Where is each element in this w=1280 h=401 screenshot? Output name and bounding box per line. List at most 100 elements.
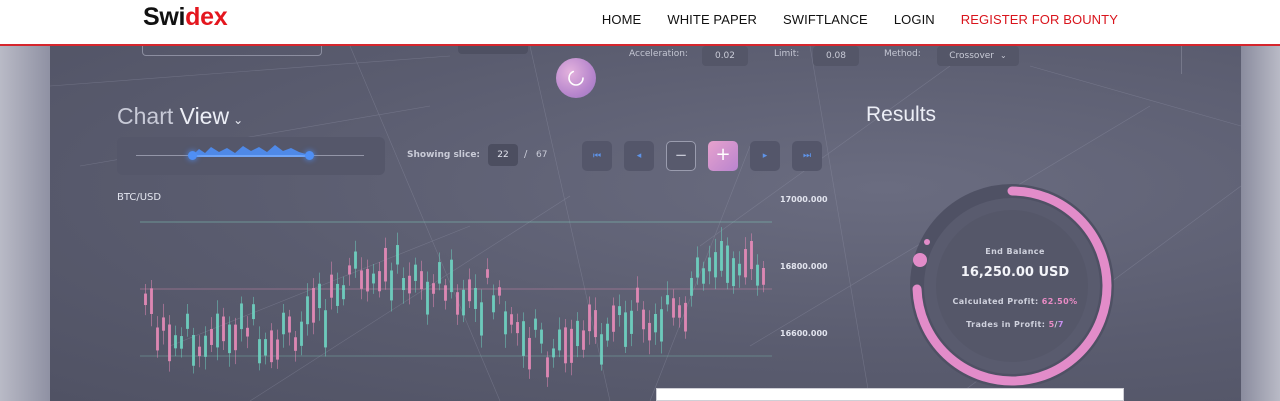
slider-handle-left[interactable]: [188, 151, 197, 160]
candles: [144, 227, 765, 387]
zoom-out-button[interactable]: −: [666, 141, 696, 171]
candle-body: [672, 298, 675, 318]
nav-login[interactable]: LOGIN: [894, 12, 935, 27]
y-tick-16600: 16600.000: [780, 329, 828, 338]
candle-body: [144, 293, 147, 306]
candlestick-chart[interactable]: [140, 211, 780, 401]
method-label: Method:: [884, 49, 921, 59]
candle-body: [432, 283, 435, 294]
candle-body: [720, 241, 723, 271]
candle-body: [402, 278, 405, 291]
candle-body: [630, 310, 633, 334]
overlay-card: [656, 388, 1124, 401]
profit-value: 62.50%: [1041, 297, 1078, 306]
candle-body: [690, 277, 693, 296]
candle-body: [426, 281, 429, 315]
main-nav: HOME WHITE PAPER SWIFTLANCE LOGIN REGIST…: [602, 12, 1118, 27]
top-navbar: Swidex HOME WHITE PAPER SWIFTLANCE LOGIN…: [0, 0, 1280, 46]
candle-body: [756, 264, 759, 286]
chevron-down-icon: ⌄: [233, 113, 244, 127]
candle-body: [384, 247, 387, 282]
limit-label: Limit:: [774, 49, 800, 59]
apply-button[interactable]: [458, 46, 528, 54]
nav-home[interactable]: HOME: [602, 12, 641, 27]
candle-body: [336, 283, 339, 306]
candle-body: [678, 305, 681, 318]
candle-body: [762, 268, 765, 285]
candle-body: [708, 257, 711, 272]
strategy-input[interactable]: [142, 46, 322, 56]
slice-current-input[interactable]: 22: [488, 144, 518, 166]
candle-body: [600, 334, 603, 365]
prev-slice-button[interactable]: ◂: [624, 141, 654, 171]
profit-label: Calculated Profit:: [952, 297, 1039, 306]
candle-body: [318, 283, 321, 309]
next-icon: ▸: [762, 151, 768, 161]
candle-body: [486, 269, 489, 278]
candle-body: [360, 270, 363, 289]
candle-body: [564, 327, 567, 364]
chart-title-bold: View: [179, 103, 230, 129]
candle-body: [312, 288, 315, 323]
candle-body: [636, 287, 639, 303]
gauge-dot-small: [924, 239, 930, 245]
candle-body: [504, 311, 507, 335]
candle-body: [372, 273, 375, 284]
zoom-in-button[interactable]: +: [708, 141, 738, 171]
candle-body: [456, 292, 459, 315]
candle-body: [642, 309, 645, 330]
gauge-dot-large: [913, 253, 927, 267]
candle-body: [522, 321, 525, 356]
refresh-button[interactable]: [556, 58, 596, 98]
nav-swiftlance[interactable]: SWIFTLANCE: [783, 12, 868, 27]
candle-body: [228, 324, 231, 354]
candle-body: [492, 295, 495, 313]
y-tick-16800: 16800.000: [780, 262, 828, 271]
candle-body: [444, 285, 447, 301]
candle-body: [264, 339, 267, 356]
slider-handle-right[interactable]: [305, 151, 314, 160]
candle-body: [474, 287, 477, 309]
candle-body: [624, 312, 627, 347]
end-balance-label: End Balance: [985, 247, 1045, 256]
chart-title-light: Chart: [117, 103, 174, 129]
range-slider[interactable]: [117, 137, 385, 175]
acceleration-field[interactable]: 0.02: [702, 46, 748, 66]
candle-body: [174, 335, 177, 349]
chart-view-title[interactable]: Chart View ⌄: [117, 103, 243, 130]
first-slice-button[interactable]: ⏮: [582, 141, 612, 171]
logo-part2: dex: [185, 3, 228, 31]
method-value: Crossover: [949, 51, 995, 61]
acceleration-label: Acceleration:: [629, 49, 688, 59]
spinner-icon: [568, 70, 584, 86]
candle-body: [216, 313, 219, 348]
candle-body: [714, 252, 717, 278]
candle-body: [324, 310, 327, 348]
logo[interactable]: Swidex: [143, 3, 228, 32]
results-title: Results: [866, 103, 937, 126]
limit-field[interactable]: 0.08: [813, 46, 859, 66]
slider-range-wave: [191, 145, 309, 157]
calculated-profit: Calculated Profit: 62.50%: [930, 297, 1100, 306]
candle-body: [612, 305, 615, 332]
profit-gauge: [910, 184, 1114, 388]
candle-body: [552, 348, 555, 358]
candle-body: [240, 303, 243, 330]
candle-body: [354, 251, 357, 269]
candle-body: [180, 336, 183, 349]
dashboard-panel: Acceleration: 0.02 Limit: 0.08 Method: C…: [50, 46, 1241, 401]
candle-body: [210, 329, 213, 345]
nav-register-bounty[interactable]: REGISTER FOR BOUNTY: [961, 12, 1118, 27]
candle-body: [288, 316, 291, 333]
candle-body: [750, 241, 753, 270]
candle-body: [480, 302, 483, 336]
candle-body: [594, 310, 597, 338]
method-select[interactable]: Crossover ⌄: [937, 46, 1019, 66]
background-right: [1241, 46, 1280, 401]
nav-white-paper[interactable]: WHITE PAPER: [667, 12, 757, 27]
background-left: [0, 46, 50, 401]
candle-body: [234, 324, 237, 351]
candle-body: [294, 337, 297, 351]
last-slice-button[interactable]: ⏭: [792, 141, 822, 171]
next-slice-button[interactable]: ▸: [750, 141, 780, 171]
